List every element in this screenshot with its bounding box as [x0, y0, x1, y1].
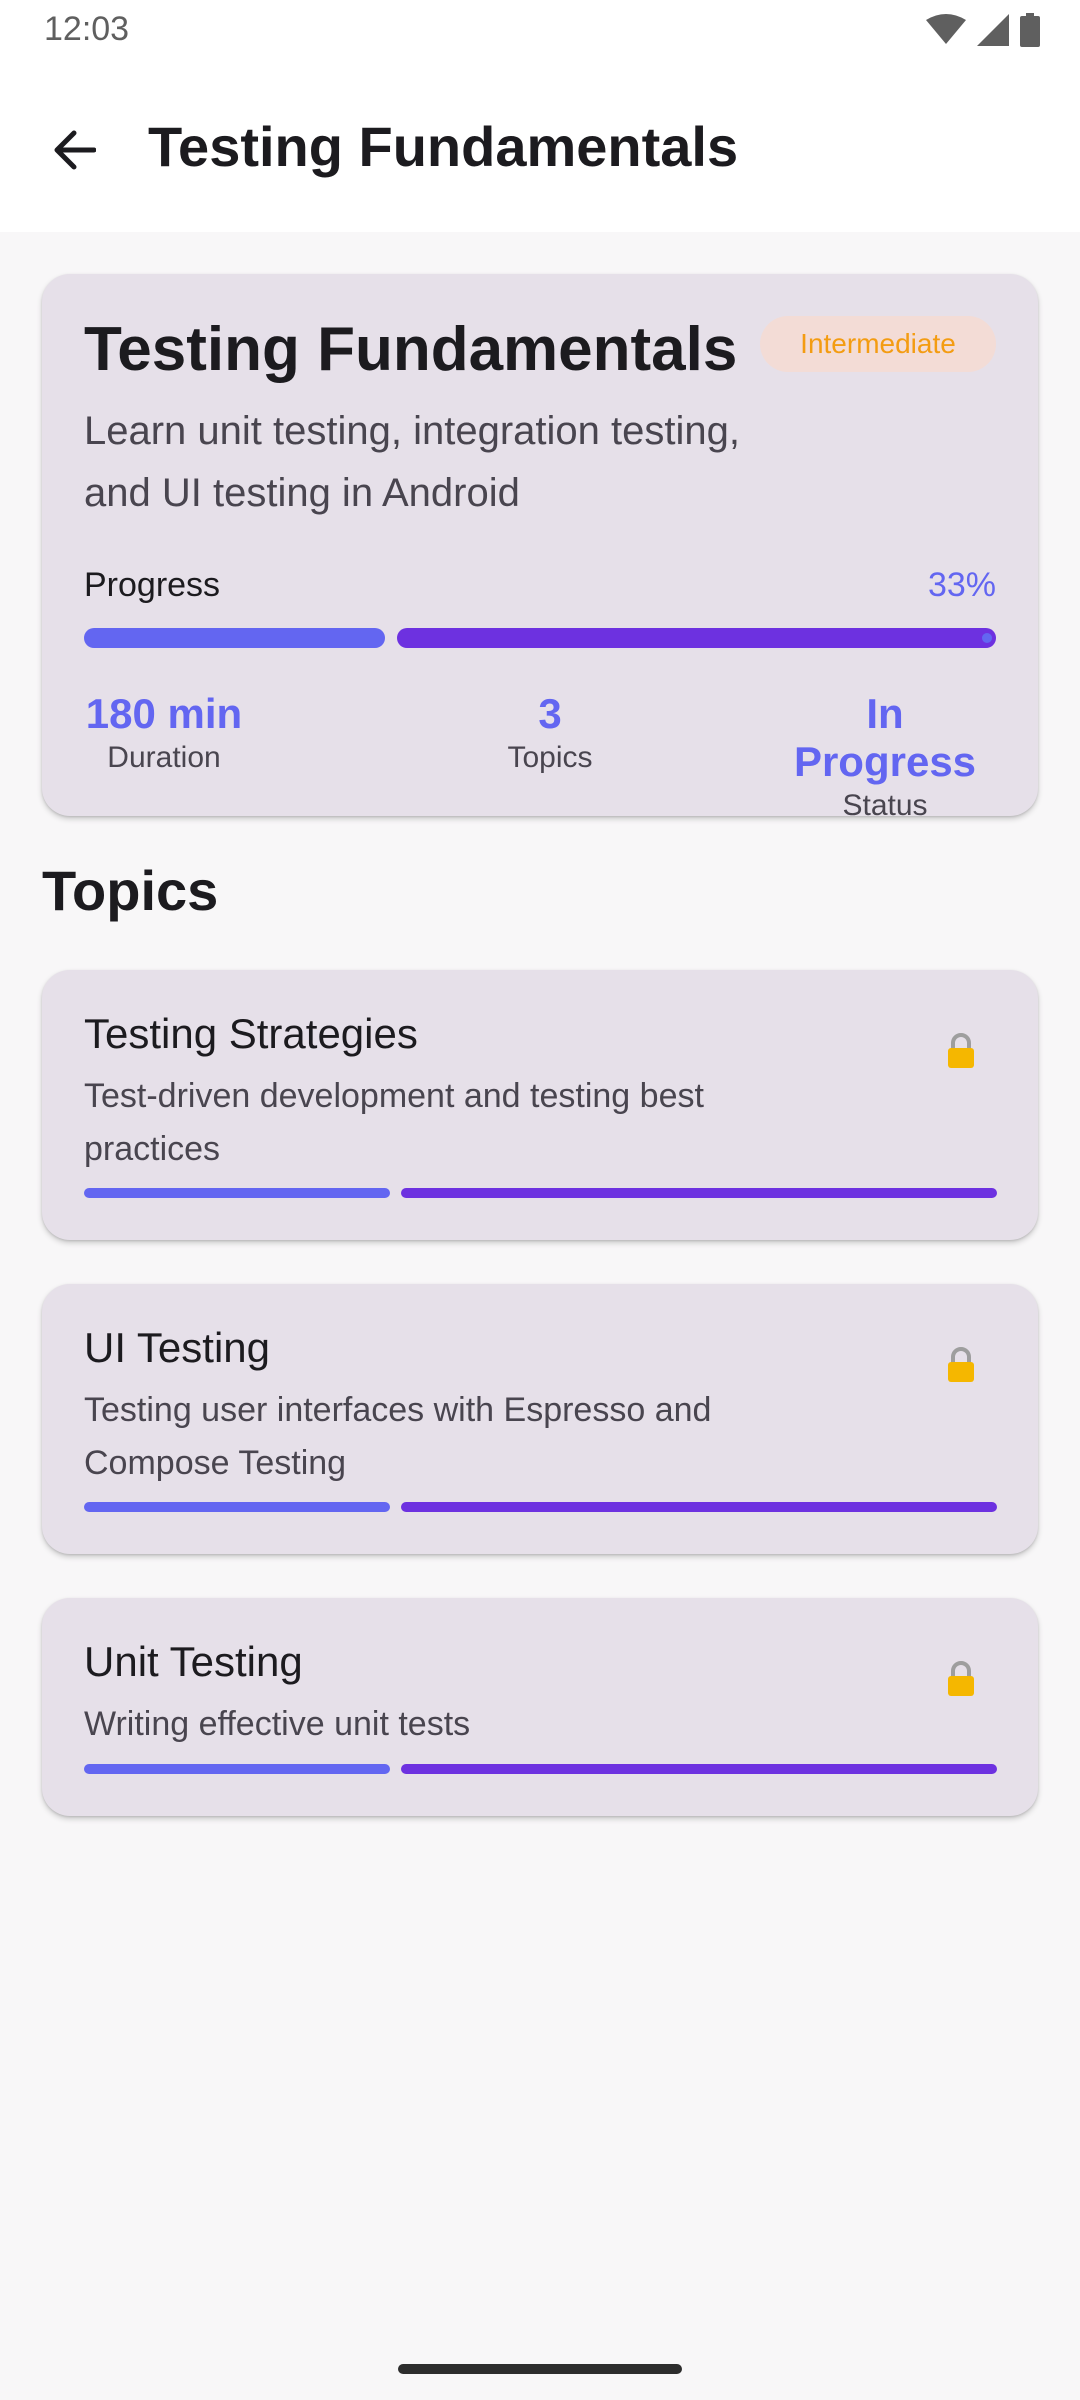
arrow-back-icon	[54, 130, 96, 170]
topic-progress-fill	[84, 1764, 390, 1774]
top-app-bar: Testing Fundamentals	[0, 62, 1080, 232]
topic-progress-track	[401, 1502, 997, 1512]
stat-status-label: Status	[842, 789, 928, 822]
stat-topics: 3 Topics	[460, 690, 640, 778]
topic-description: Testing user interfaces with Espresso an…	[84, 1391, 712, 1482]
course-description: Learn unit testing, integration testing,…	[84, 409, 740, 515]
status-bar: 12:03	[0, 0, 1080, 62]
stat-topics-label: Topics	[507, 741, 593, 774]
topic-progress-fill	[84, 1502, 390, 1512]
level-badge: Intermediate	[760, 316, 996, 372]
stat-duration: 180 min Duration	[84, 690, 244, 778]
signal-icon	[977, 14, 1009, 46]
topic-card-unit-testing[interactable]: Unit Testing Writing effective unit test…	[42, 1598, 1038, 1816]
home-indicator[interactable]	[398, 2364, 682, 2374]
topic-progress-track	[401, 1188, 997, 1198]
progress-bar-track	[397, 628, 996, 648]
status-icons	[926, 12, 1040, 48]
topic-card-testing-strategies[interactable]: Testing Strategies Test-driven developme…	[42, 970, 1038, 1240]
stat-duration-value: 180 min	[85, 690, 243, 737]
topic-title: Unit Testing	[84, 1638, 303, 1685]
stat-status-value: In Progress	[793, 690, 977, 785]
stat-topics-value: 3	[538, 690, 562, 737]
topic-card-ui-testing[interactable]: UI Testing Testing user interfaces with …	[42, 1284, 1038, 1554]
topics-heading: Topics	[42, 859, 219, 922]
topic-description: Test-driven development and testing best…	[84, 1077, 704, 1168]
page-title: Testing Fundamentals	[148, 115, 739, 178]
topic-progress-track	[401, 1764, 997, 1774]
stat-duration-label: Duration	[107, 741, 221, 774]
stat-status: In Progress Status	[774, 690, 996, 826]
wifi-icon	[926, 14, 966, 44]
lock-icon	[948, 1661, 974, 1696]
course-summary-card: Testing Fundamentals Intermediate Learn …	[42, 274, 1038, 822]
topic-title: Testing Strategies	[84, 1010, 418, 1057]
topic-progress-fill	[84, 1188, 390, 1198]
status-time: 12:03	[44, 10, 130, 48]
progress-bar-fill	[84, 628, 385, 648]
topic-description: Writing effective unit tests	[84, 1705, 471, 1743]
topic-title: UI Testing	[84, 1324, 270, 1371]
progress-label: Progress	[84, 566, 221, 604]
battery-icon	[1020, 13, 1040, 47]
progress-bar-end-dot	[982, 633, 992, 643]
progress-percentage: 33%	[927, 566, 996, 604]
lock-icon	[948, 1033, 974, 1068]
lock-icon	[948, 1347, 974, 1382]
course-title: Testing Fundamentals	[84, 315, 738, 384]
back-button[interactable]	[38, 114, 110, 186]
